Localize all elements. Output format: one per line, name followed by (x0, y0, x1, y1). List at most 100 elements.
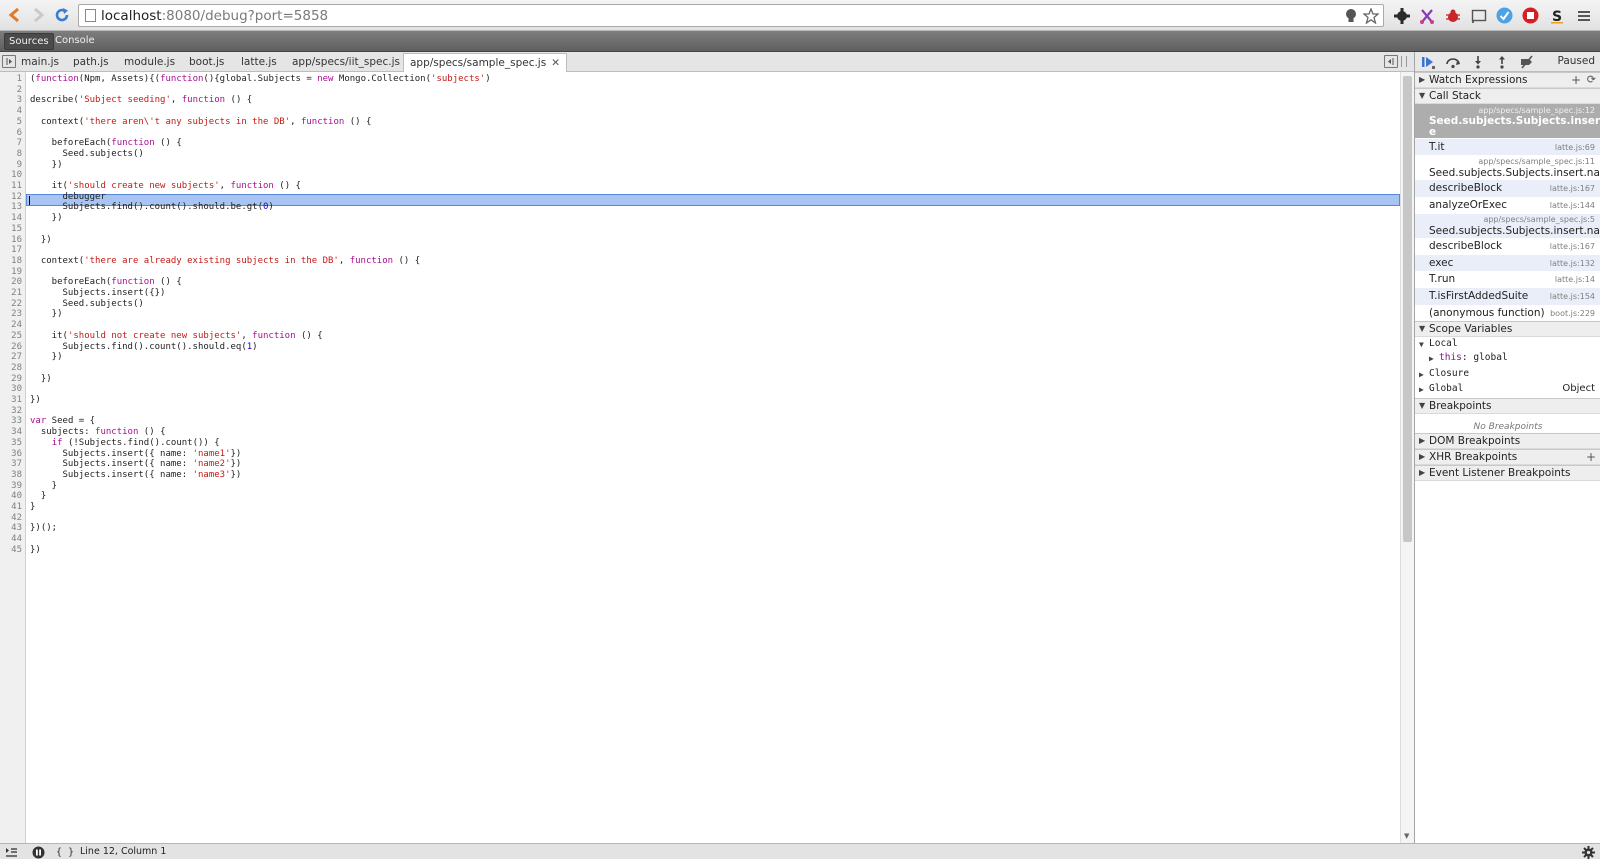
line-number[interactable]: 16 (11, 235, 22, 246)
call-frame[interactable]: exec latte.js:132 (1415, 255, 1600, 271)
scope-local[interactable]: ▼ Local (1415, 338, 1600, 353)
call-stack-header[interactable]: ▼ Call Stack (1415, 88, 1600, 104)
editor-scrollbar-thumb[interactable] (1403, 76, 1412, 542)
line-number[interactable]: 32 (11, 406, 22, 417)
step-out-button[interactable] (1491, 54, 1513, 70)
scissors-extension-icon[interactable] (1417, 6, 1436, 25)
line-number[interactable]: 22 (11, 299, 22, 310)
call-frame[interactable]: analyzeOrExec latte.js:144 (1415, 197, 1600, 214)
cast-icon[interactable] (1469, 6, 1488, 25)
call-frame[interactable]: app/specs/sample_spec.js:5 Seed.subjects… (1415, 214, 1600, 238)
line-number[interactable]: 29 (11, 374, 22, 385)
scope-closure[interactable]: ▶ Closure (1415, 368, 1600, 383)
scope-global[interactable]: ▶ Global Object (1415, 383, 1600, 398)
line-number[interactable]: 9 (17, 160, 22, 171)
call-frame[interactable]: (anonymous function) boot.js:229 (1415, 305, 1600, 321)
line-number[interactable]: 19 (11, 267, 22, 278)
line-number[interactable]: 41 (11, 502, 22, 513)
breakpoints-header[interactable]: ▼ Breakpoints (1415, 398, 1600, 414)
add-xhr-breakpoint-icon[interactable]: + (1586, 450, 1596, 464)
line-number[interactable]: 43 (11, 523, 22, 534)
line-number[interactable]: 23 (11, 309, 22, 320)
line-number[interactable]: 35 (11, 438, 22, 449)
xhr-breakpoints-header[interactable]: ▶ XHR Breakpoints + (1415, 449, 1600, 465)
scroll-down-icon[interactable]: ▼ (1404, 832, 1409, 840)
lightbulb-icon[interactable] (1343, 8, 1359, 24)
address-bar[interactable]: localhost:8080/debug?port=5858 (78, 4, 1384, 27)
call-frame[interactable]: T.it latte.js:69 (1415, 139, 1600, 155)
s-extension-icon[interactable]: S (1547, 6, 1566, 25)
line-number[interactable]: 31 (11, 395, 22, 406)
menu-icon[interactable] (1574, 6, 1593, 25)
file-tab-sample-spec[interactable]: app/specs/sample_spec.js ✕ (403, 53, 568, 72)
step-over-button[interactable] (1442, 54, 1464, 70)
line-number[interactable]: 33 (11, 416, 22, 427)
call-frame[interactable]: describeBlock latte.js:167 (1415, 238, 1600, 255)
event-listener-breakpoints-header[interactable]: ▶ Event Listener Breakpoints (1415, 465, 1600, 481)
back-button[interactable] (3, 4, 25, 26)
line-number[interactable]: 42 (11, 513, 22, 524)
line-number[interactable]: 5 (17, 117, 22, 128)
line-number[interactable]: 11 (11, 181, 22, 192)
step-into-button[interactable] (1467, 54, 1489, 70)
file-tab-latte-js[interactable]: latte.js (235, 53, 283, 72)
call-frame[interactable]: T.run latte.js:14 (1415, 271, 1600, 288)
line-number[interactable]: 21 (11, 288, 22, 299)
line-number-gutter[interactable]: 1 2 3 4 5 6 7 8 9 10 11 12 13 14 15 16 17 18 19 20 21 22 23 24 2… (0, 72, 26, 843)
line-number[interactable]: 7 (17, 138, 22, 149)
file-tab-path-js[interactable]: path.js (67, 53, 115, 72)
line-number[interactable]: 44 (11, 534, 22, 545)
line-number[interactable]: 45 (11, 545, 22, 556)
resume-button[interactable] (1417, 54, 1439, 70)
line-number[interactable]: 3 (17, 95, 22, 106)
deactivate-breakpoints-button[interactable] (1516, 54, 1538, 70)
stop-extension-icon[interactable] (1521, 6, 1540, 25)
line-number[interactable]: 6 (17, 128, 22, 139)
line-number[interactable]: 36 (11, 449, 22, 460)
line-number[interactable]: 8 (17, 149, 22, 160)
add-watch-icon[interactable]: + (1571, 73, 1581, 87)
file-tab-iit-spec[interactable]: app/specs/iit_spec.js (286, 53, 406, 72)
resize-handle-icon[interactable] (1401, 56, 1407, 67)
line-number[interactable]: 12 (11, 192, 22, 203)
call-frame[interactable]: app/specs/sample_spec.js:11 Seed.subject… (1415, 155, 1600, 180)
pause-on-exceptions-button[interactable] (30, 845, 46, 859)
line-number[interactable]: 28 (11, 363, 22, 374)
line-number[interactable]: 38 (11, 470, 22, 481)
line-number[interactable]: 39 (11, 481, 22, 492)
settings-button[interactable] (1580, 845, 1596, 859)
line-number[interactable]: 26 (11, 342, 22, 353)
show-drawer-button[interactable] (3, 845, 19, 859)
scope-variables-header[interactable]: ▼ Scope Variables (1415, 321, 1600, 337)
line-number[interactable]: 10 (11, 170, 22, 181)
line-number[interactable]: 15 (11, 224, 22, 235)
line-number[interactable]: 30 (11, 384, 22, 395)
scope-this-property[interactable]: ▶ this: global (1415, 352, 1600, 367)
line-number[interactable]: 27 (11, 352, 22, 363)
call-frame[interactable]: describeBlock latte.js:167 (1415, 180, 1600, 197)
line-number[interactable]: 4 (17, 106, 22, 117)
editor-scrollbar[interactable]: ▼ (1400, 72, 1414, 843)
line-number[interactable]: 24 (11, 320, 22, 331)
line-number[interactable]: 1 (17, 74, 22, 85)
line-number[interactable]: 17 (11, 245, 22, 256)
line-number[interactable]: 37 (11, 459, 22, 470)
line-number[interactable]: 18 (11, 256, 22, 267)
toggle-debugger-sidebar-button[interactable] (1384, 55, 1398, 68)
tab-console[interactable]: Console (51, 33, 99, 50)
checkmark-extension-icon[interactable] (1495, 6, 1514, 25)
refresh-icon[interactable]: ⟳ (1587, 73, 1596, 87)
call-frame[interactable]: app/specs/sample_spec.js:12 Seed.subject… (1415, 104, 1600, 138)
line-number[interactable]: 34 (11, 427, 22, 438)
line-number[interactable]: 2 (17, 85, 22, 96)
dom-breakpoints-header[interactable]: ▶ DOM Breakpoints (1415, 433, 1600, 449)
watch-expressions-header[interactable]: ▶ Watch Expressions + ⟳ (1415, 72, 1600, 88)
line-number[interactable]: 20 (11, 277, 22, 288)
file-tab-main-js[interactable]: main.js (15, 53, 65, 72)
bookmark-star-icon[interactable] (1363, 8, 1379, 24)
close-icon[interactable]: ✕ (551, 57, 560, 69)
file-tab-module-js[interactable]: module.js (118, 53, 181, 72)
toggle-navigator-button[interactable] (2, 55, 16, 68)
bug-extension-icon[interactable] (1443, 6, 1462, 25)
line-number[interactable]: 14 (11, 213, 22, 224)
